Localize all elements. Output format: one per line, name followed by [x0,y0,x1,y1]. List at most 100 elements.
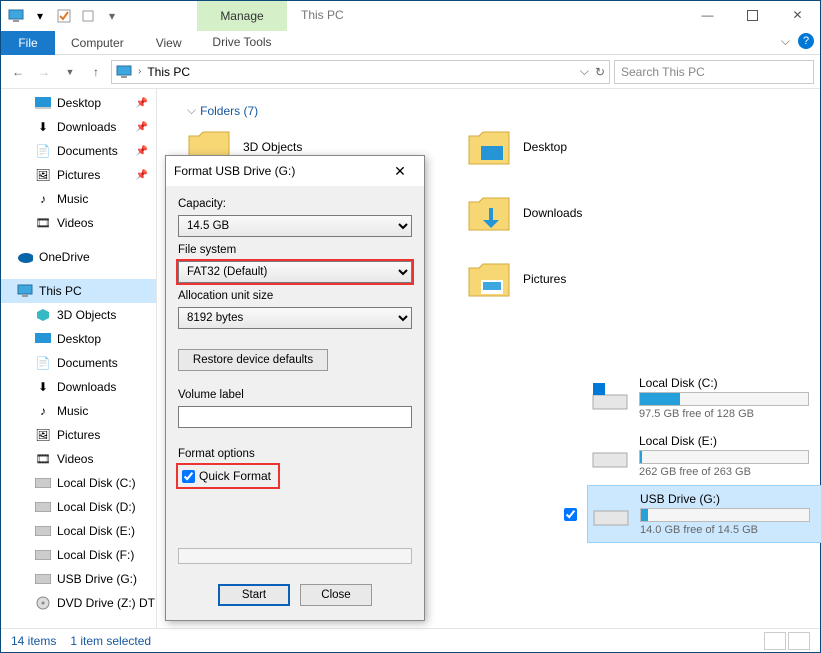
navpane-drive-e[interactable]: Local Disk (E:) [1,519,156,543]
drive-row-e[interactable]: Local Disk (E:) 262 GB free of 263 GB [587,427,821,485]
navpane-label: Desktop [57,332,101,346]
navpane-pictures2[interactable]: 🖼Pictures [1,423,156,447]
address-dropdown-icon[interactable]: ⌵ [580,64,589,79]
drive-checkbox[interactable] [564,508,577,521]
navpane-documents[interactable]: 📄Documents📌 [1,139,156,163]
collapse-ribbon-icon[interactable]: ⌵ [781,34,790,49]
back-button[interactable]: ← [7,61,29,83]
folders-header-label: Folders (7) [200,104,258,118]
tab-drive-tools[interactable]: Drive Tools [197,31,287,49]
ribbon: File Computer View Drive Tools ⌵ ? [1,31,820,55]
capacity-select[interactable]: 14.5 GB [178,215,412,237]
forward-button[interactable]: → [33,61,55,83]
qat-overflow-icon[interactable]: ▾ [103,7,121,25]
pc-icon [116,65,132,79]
close-button-dialog[interactable]: Close [300,584,372,606]
navpane-thispc[interactable]: This PC [1,279,156,303]
drive-icon [35,499,51,515]
navpane-usb-g[interactable]: USB Drive (G:) [1,567,156,591]
folder-label: Downloads [523,206,582,220]
pin-icon: 📌 [136,170,148,181]
search-input[interactable]: Search This PC [614,60,814,84]
navpane-music[interactable]: ♪Music [1,187,156,211]
folders-group-header[interactable]: ⌵ Folders (7) [187,103,810,118]
checkbox-icon[interactable] [55,7,73,25]
format-dialog: Format USB Drive (G:) ✕ Capacity: 14.5 G… [165,155,425,621]
document-icon: 📄 [35,143,51,159]
collapse-icon[interactable]: ⌵ [187,103,196,118]
navpane-3dobjects[interactable]: 3D Objects [1,303,156,327]
navpane-desktop2[interactable]: Desktop [1,327,156,351]
help-icon[interactable]: ? [798,33,814,49]
allocation-select[interactable]: 8192 bytes [178,307,412,329]
pin-icon: 📌 [136,122,148,133]
download-icon: ⬇ [35,119,51,135]
drive-row-c[interactable]: Local Disk (C:) 97.5 GB free of 128 GB [587,369,821,427]
window-title: This PC [301,8,344,22]
drive-space-bar [639,392,809,406]
restore-defaults-button[interactable]: Restore device defaults [178,349,328,371]
navpane-onedrive[interactable]: OneDrive [1,245,156,269]
drive-icon [591,383,629,413]
tab-view[interactable]: View [140,31,198,55]
view-tiles-button[interactable] [788,632,810,650]
folder-icon [467,194,511,232]
refresh-icon[interactable]: ↻ [595,65,605,79]
navpane-documents2[interactable]: 📄Documents [1,351,156,375]
pc-icon [7,7,25,25]
navpane-desktop[interactable]: Desktop📌 [1,91,156,115]
dialog-close-button[interactable]: ✕ [384,163,416,180]
navpane-label: OneDrive [39,250,90,264]
drive-icon [35,571,51,587]
navpane-music2[interactable]: ♪Music [1,399,156,423]
file-tab[interactable]: File [1,31,55,55]
navpane-drive-c[interactable]: Local Disk (C:) [1,471,156,495]
navpane-downloads[interactable]: ⬇Downloads📌 [1,115,156,139]
navpane-drive-d[interactable]: Local Disk (D:) [1,495,156,519]
filesystem-select[interactable]: FAT32 (Default) [178,261,412,283]
navpane-pictures[interactable]: 🖼 Pictures 📌 [1,163,156,187]
folder-downloads[interactable]: Downloads [467,194,727,232]
title-bar: ▾ ▾ Manage This PC — ✕ [1,1,820,31]
address-bar[interactable]: › This PC ⌵ ↻ [111,60,610,84]
navpane-label: Videos [57,216,93,230]
contextual-tab-manage[interactable]: Manage [197,1,287,31]
close-button[interactable]: ✕ [775,1,820,29]
quick-format-checkbox[interactable] [182,470,195,483]
dialog-title: Format USB Drive (G:) [174,164,295,178]
up-button[interactable]: ↑ [85,61,107,83]
picture-icon: 🖼 [35,167,51,183]
navpane-videos[interactable]: 🎞 Videos [1,211,156,235]
navpane-label: Local Disk (F:) [57,548,134,562]
recent-locations-icon[interactable]: ▼ [59,61,81,83]
breadcrumb-chevron-icon[interactable]: › [138,66,141,77]
volume-label-input[interactable] [178,406,412,428]
maximize-button[interactable] [730,1,775,29]
video-icon: 🎞 [35,215,51,231]
folder-icon [467,128,511,166]
properties-icon[interactable] [79,7,97,25]
navpane-videos2[interactable]: 🎞Videos [1,447,156,471]
quick-format-label: Quick Format [199,469,271,483]
breadcrumb[interactable]: This PC [147,65,573,79]
minimize-button[interactable]: — [685,1,730,29]
navpane-label: Documents [57,144,118,158]
allocation-label: Allocation unit size [178,290,412,302]
qat-dropdown-icon[interactable]: ▾ [31,7,49,25]
navpane-label: Local Disk (C:) [57,476,136,490]
navpane-dvd-z[interactable]: DVD Drive (Z:) DT [1,591,156,615]
folder-desktop[interactable]: Desktop [467,128,727,166]
start-button[interactable]: Start [218,584,290,606]
view-details-button[interactable] [764,632,786,650]
format-progress-bar [178,548,412,564]
navpane-drive-f[interactable]: Local Disk (F:) [1,543,156,567]
drive-row-usb[interactable]: USB Drive (G:) 14.0 GB free of 14.5 GB [587,485,821,543]
drive-free-text: 14.0 GB free of 14.5 GB [640,524,810,536]
navpane-downloads2[interactable]: ⬇Downloads [1,375,156,399]
drive-free-text: 97.5 GB free of 128 GB [639,408,809,420]
navpane-label: Pictures [57,428,100,442]
folder-pictures[interactable]: Pictures [467,260,727,298]
navpane-label: Pictures [57,168,100,182]
desktop-icon [35,95,51,111]
tab-computer[interactable]: Computer [55,31,140,55]
